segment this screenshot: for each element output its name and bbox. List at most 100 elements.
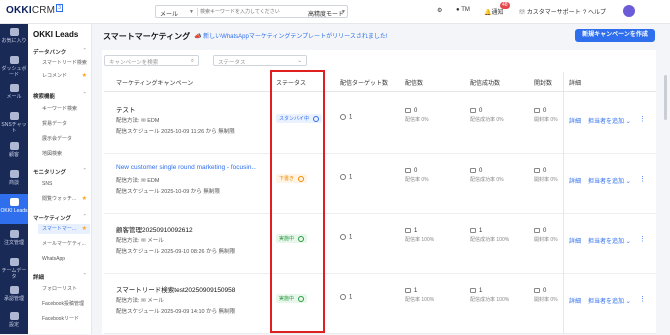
headset-icon: ☏ bbox=[519, 10, 526, 16]
nav-section-databank[interactable]: データバンク ⌃ bbox=[33, 48, 89, 56]
more-actions-icon[interactable]: ⋮ bbox=[639, 295, 646, 303]
rail-item-approvals[interactable]: 承認管理 bbox=[0, 282, 28, 309]
assign-owner-link[interactable]: 担当者を追加 ⌄ bbox=[588, 296, 631, 305]
approval-icon bbox=[9, 286, 19, 294]
nav-item-smart-lead-search[interactable]: スマートリード検索 bbox=[42, 58, 90, 68]
success-count: 0 配信成功率 0% bbox=[470, 108, 504, 124]
rail-item-settings[interactable]: 設定 bbox=[0, 308, 28, 335]
status-toggle-icon[interactable] bbox=[313, 115, 320, 122]
detail-link[interactable]: 詳細 bbox=[569, 116, 581, 125]
rail-item-okki-leads[interactable]: OKKI Leads bbox=[0, 194, 28, 224]
nav-item-facebook-posts[interactable]: Facebook投稿管理 bbox=[42, 299, 90, 309]
favorite-star-icon[interactable]: ★ bbox=[82, 72, 87, 79]
nav-title: OKKI Leads bbox=[33, 30, 79, 39]
channel-icon: ✉ bbox=[141, 298, 146, 304]
assign-owner-link[interactable]: 担当者を追加 ⌄ bbox=[588, 176, 631, 185]
check-icon bbox=[470, 228, 476, 233]
settings-icon[interactable]: ⚙ bbox=[437, 7, 442, 14]
table-row[interactable]: スマートリード検索test20250909150958 配信方法: ✉ メール 配信… bbox=[104, 274, 656, 334]
campaign-title[interactable]: New customer single round marketing - fo… bbox=[116, 164, 256, 171]
campaign-search-input[interactable]: キャンペーンを検索 ⌕ bbox=[104, 55, 199, 66]
col-status: ステータス bbox=[276, 81, 307, 87]
send-icon bbox=[405, 288, 411, 293]
settings-icon bbox=[9, 312, 19, 320]
chevron-down-icon: ⌄ bbox=[625, 299, 631, 305]
secondary-nav: OKKI Leads データバンク ⌃ スマートリード検索 レコメンド ★ 検索機… bbox=[28, 24, 92, 334]
table-row[interactable]: 顧客管理20250910092612 配信方法: ✉ メール 配信スケジュール 20… bbox=[104, 214, 656, 274]
search-mode-select[interactable]: 高精度モード bbox=[308, 9, 344, 18]
status-badge: 下書き bbox=[276, 174, 308, 183]
more-actions-icon[interactable]: ⋮ bbox=[639, 175, 646, 183]
nav-item-map-search[interactable]: 地図検索 bbox=[42, 149, 90, 159]
nav-item-follow-list[interactable]: フォローリスト bbox=[42, 284, 90, 294]
rail-item-customers[interactable]: 顧客 bbox=[0, 138, 28, 165]
sent-count: 1 配信率 100% bbox=[405, 288, 435, 304]
rail-item-team-data[interactable]: チームデータ bbox=[0, 254, 28, 281]
nav-item-sns[interactable]: SNS bbox=[42, 179, 90, 189]
nav-item-exhibition-data[interactable]: 展示会データ bbox=[42, 134, 90, 144]
more-actions-icon[interactable]: ⋮ bbox=[639, 115, 646, 123]
create-campaign-button[interactable]: 新規キャンペーンを作成 bbox=[575, 29, 655, 42]
rail-item-orders[interactable]: 注文管理 bbox=[0, 226, 28, 253]
channel-icon: ✉ bbox=[141, 178, 146, 184]
rail-item-sns-chat[interactable]: SNSチャット bbox=[0, 108, 28, 135]
customers-icon bbox=[9, 142, 19, 150]
nav-section-monitoring[interactable]: モニタリング ⌃ bbox=[33, 168, 89, 176]
campaign-title[interactable]: スマートリード検索test20250909150958 bbox=[116, 284, 256, 294]
column-divider bbox=[563, 72, 564, 334]
rail-item-mail[interactable]: メール bbox=[0, 80, 28, 107]
announcement-link[interactable]: 📣 新しいWhatsAppマーケティングテンプレートがリリースされました! bbox=[194, 31, 388, 40]
chevron-down-icon: ⌄ bbox=[625, 239, 631, 245]
scrollbar[interactable] bbox=[664, 75, 667, 120]
nav-item-keyword-search[interactable]: キーワード検索 bbox=[42, 104, 90, 114]
open-count: 0 開封率 0% bbox=[534, 108, 558, 124]
more-actions-icon[interactable]: ⋮ bbox=[639, 235, 646, 243]
table-row[interactable]: New customer single round marketing - fo… bbox=[104, 154, 656, 214]
chevron-up-icon: ⌃ bbox=[82, 168, 87, 174]
campaign-title[interactable]: 顧客管理20250910092612 bbox=[116, 224, 256, 234]
chevron-up-icon: ⌃ bbox=[82, 273, 87, 279]
customer-support-button[interactable]: ☏ カスタマーサポート bbox=[519, 7, 581, 16]
nav-section-search[interactable]: 検索機能 ⌃ bbox=[33, 92, 89, 100]
nav-section-details[interactable]: 詳細 ⌃ bbox=[33, 273, 89, 281]
delivery-schedule: 配信スケジュール 2025-10-09 から 無制限 bbox=[116, 189, 220, 195]
favorite-star-icon[interactable]: ★ bbox=[82, 195, 87, 202]
status-toggle-icon[interactable] bbox=[298, 175, 305, 182]
profile-avatar[interactable] bbox=[623, 5, 635, 17]
status-toggle-icon[interactable] bbox=[298, 295, 305, 302]
nav-item-mail-marketing[interactable]: メールマーケティ... bbox=[42, 239, 90, 249]
status-badge: スタンバイ中 bbox=[276, 114, 323, 123]
nav-item-whatsapp[interactable]: WhatsApp bbox=[42, 254, 90, 264]
dashboard-icon bbox=[9, 56, 19, 64]
search-type-select[interactable]: メール bbox=[160, 9, 178, 18]
col-opens: 開封数 bbox=[534, 81, 553, 87]
table-row[interactable]: テスト 配信方法: ✉ EDM 配信スケジュール 2025-10-09 11:26 … bbox=[104, 94, 656, 154]
campaign-title[interactable]: テスト bbox=[116, 104, 256, 114]
status-filter-select[interactable]: ステータス ⌄ bbox=[213, 55, 307, 66]
assign-owner-link[interactable]: 担当者を追加 ⌄ bbox=[588, 116, 631, 125]
detail-link[interactable]: 詳細 bbox=[569, 296, 581, 305]
nav-item-facebook-leads[interactable]: Facebookリード bbox=[42, 314, 90, 324]
sent-count: 0 配信率 0% bbox=[405, 108, 429, 124]
sent-count: 1 配信率 100% bbox=[405, 228, 435, 244]
favorite-star-icon[interactable]: ★ bbox=[82, 225, 87, 232]
search-input[interactable] bbox=[200, 8, 305, 16]
notification-count-badge: 48 bbox=[500, 2, 510, 9]
user-menu[interactable]: ● TM bbox=[456, 7, 470, 13]
detail-link[interactable]: 詳細 bbox=[569, 176, 581, 185]
status-toggle-icon[interactable] bbox=[298, 235, 305, 242]
table-header: マーケティングキャンペーン ステータス 配信ターゲット数 配信数 配信成功数 開… bbox=[104, 72, 656, 92]
nav-item-trade-data[interactable]: 貿易データ bbox=[42, 119, 90, 129]
nav-section-marketing[interactable]: マーケティング ⌃ bbox=[33, 214, 89, 222]
assign-owner-link[interactable]: 担当者を追加 ⌄ bbox=[588, 236, 631, 245]
detail-link[interactable]: 詳細 bbox=[569, 236, 581, 245]
open-count: 0 開封率 0% bbox=[534, 228, 558, 244]
rail-item-favorites[interactable]: お気に入り bbox=[0, 24, 28, 51]
help-icon: ? bbox=[583, 10, 587, 16]
rail-item-deals[interactable]: 商談 bbox=[0, 166, 28, 193]
success-count: 1 配信成功率 100% bbox=[470, 228, 510, 244]
okki-crm-logo[interactable]: OKKICRM 3 bbox=[6, 4, 64, 16]
rail-item-dashboard[interactable]: ダッシュボード bbox=[0, 52, 28, 79]
help-button[interactable]: ? ヘルプ bbox=[583, 7, 606, 16]
check-icon bbox=[470, 168, 476, 173]
